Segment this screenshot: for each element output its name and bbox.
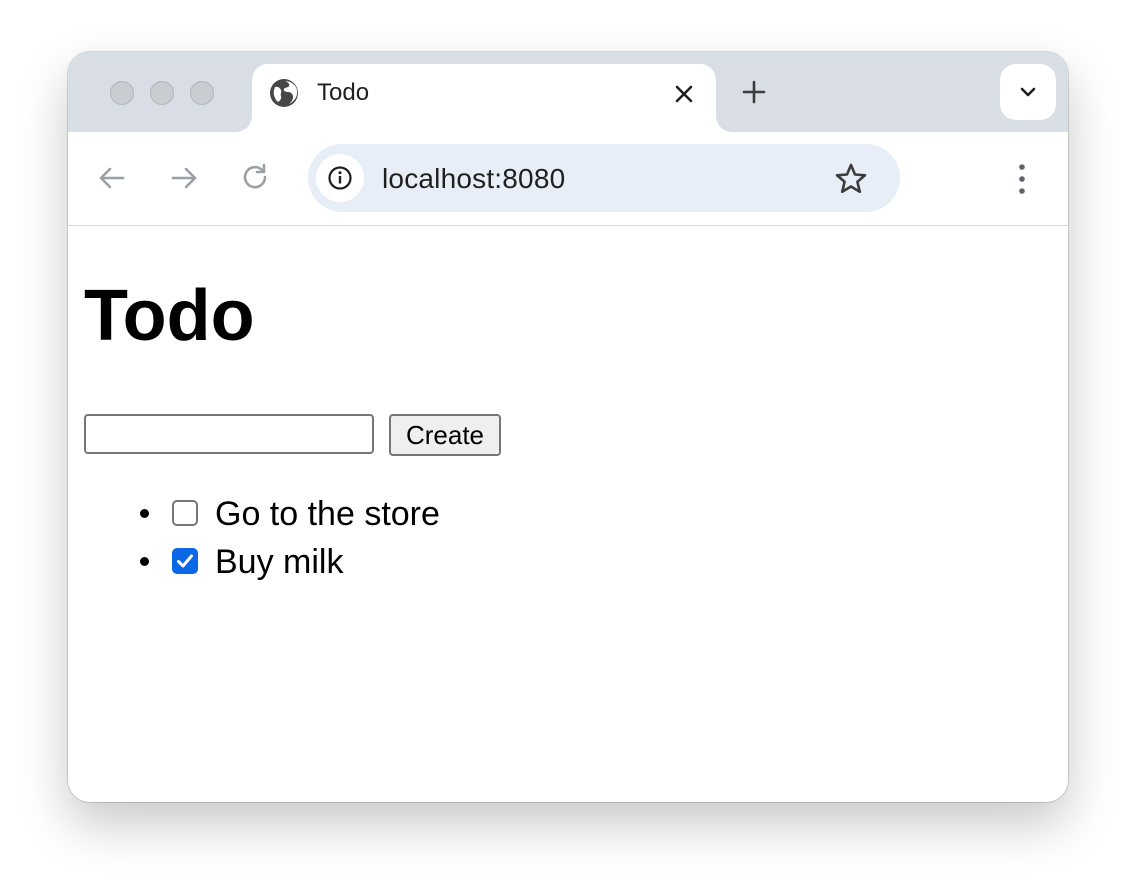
create-button[interactable]: Create [389,414,501,456]
tab-search-button[interactable] [1000,64,1056,120]
new-todo-input[interactable] [84,414,374,454]
url-text[interactable]: localhost:8080 [382,164,565,194]
tab-todo[interactable]: Todo [252,64,716,132]
list-item: Buy milk [68,536,668,584]
todo-checkbox[interactable] [172,500,198,526]
close-icon[interactable] [670,80,698,108]
window-zoom-button[interactable] [190,81,214,105]
address-bar[interactable]: localhost:8080 [308,144,900,212]
kebab-menu-icon[interactable] [1010,162,1034,196]
info-icon [328,166,352,190]
page-title: Todo [84,276,255,356]
window-minimize-button[interactable] [150,81,174,105]
arrow-right-icon[interactable] [168,162,200,194]
tab-strip: Todo [68,52,1068,132]
plus-icon[interactable] [740,78,768,106]
list-item: Go to the store [68,488,668,536]
page-content: Todo Create Go to the store Buy milk [68,226,1068,802]
reload-icon[interactable] [240,162,272,194]
tab-title: Todo [317,79,370,106]
globe-icon [269,78,299,108]
todo-checkbox[interactable] [172,548,198,574]
star-icon[interactable] [834,162,868,196]
site-info-button[interactable] [316,154,364,202]
todo-text: Go to the store [215,495,440,533]
browser-toolbar: localhost:8080 [68,132,1068,226]
bullet-icon [140,557,149,566]
checkmark-icon [177,554,193,568]
todo-text: Buy milk [215,543,344,581]
chevron-down-icon [1020,87,1036,97]
window-close-button[interactable] [110,81,134,105]
arrow-left-icon[interactable] [96,162,128,194]
bullet-icon [140,509,149,518]
browser-window: Todo localhost:8080 Todo Create Go to th… [68,52,1068,802]
